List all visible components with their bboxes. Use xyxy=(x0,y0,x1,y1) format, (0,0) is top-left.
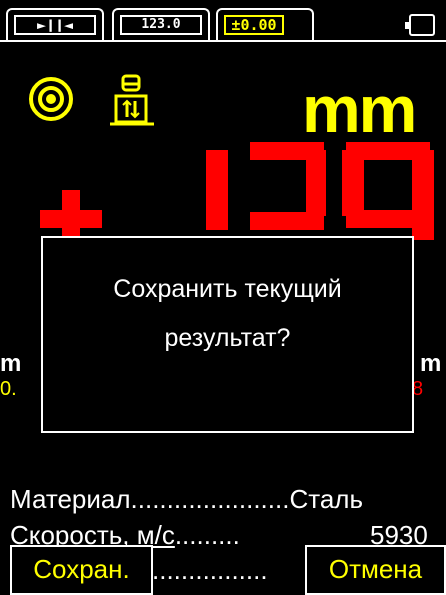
tab-numeric[interactable]: 123.0 xyxy=(112,8,210,42)
tab-deviation[interactable]: ±0.00 xyxy=(216,8,314,42)
save-button[interactable]: Сохран. xyxy=(10,545,153,595)
target-probe-icon xyxy=(29,77,73,121)
material-value: Сталь xyxy=(289,484,364,514)
reading-digit xyxy=(206,150,228,230)
bottom-dots: ................ xyxy=(152,555,268,585)
dialog-message-line2: результат? xyxy=(164,324,291,352)
left-unit: m xyxy=(0,350,22,377)
gap-icon: ►❙❙◄ xyxy=(14,15,96,35)
material-dots: ...................... xyxy=(130,484,290,514)
material-row: Материал......................Сталь xyxy=(10,484,363,515)
tab-gap[interactable]: ►❙❙◄ xyxy=(6,8,104,42)
numeric-display-icon: 123.0 xyxy=(120,15,202,35)
dialog-message-line1: Сохранить текущий xyxy=(113,275,342,303)
cancel-button[interactable]: Отмена xyxy=(305,545,446,595)
battery-icon xyxy=(405,14,435,36)
tab-underline xyxy=(0,40,446,42)
right-unit: m xyxy=(420,350,442,377)
calibration-icon xyxy=(110,74,154,126)
deviation-icon: ±0.00 xyxy=(224,15,284,35)
material-label: Материал xyxy=(10,484,131,514)
unit-label: mm xyxy=(302,72,417,146)
save-confirm-dialog: Сохранить текущий результат? xyxy=(41,236,414,433)
left-value: 0. xyxy=(0,378,17,400)
speed-dots: ......... xyxy=(174,520,240,550)
